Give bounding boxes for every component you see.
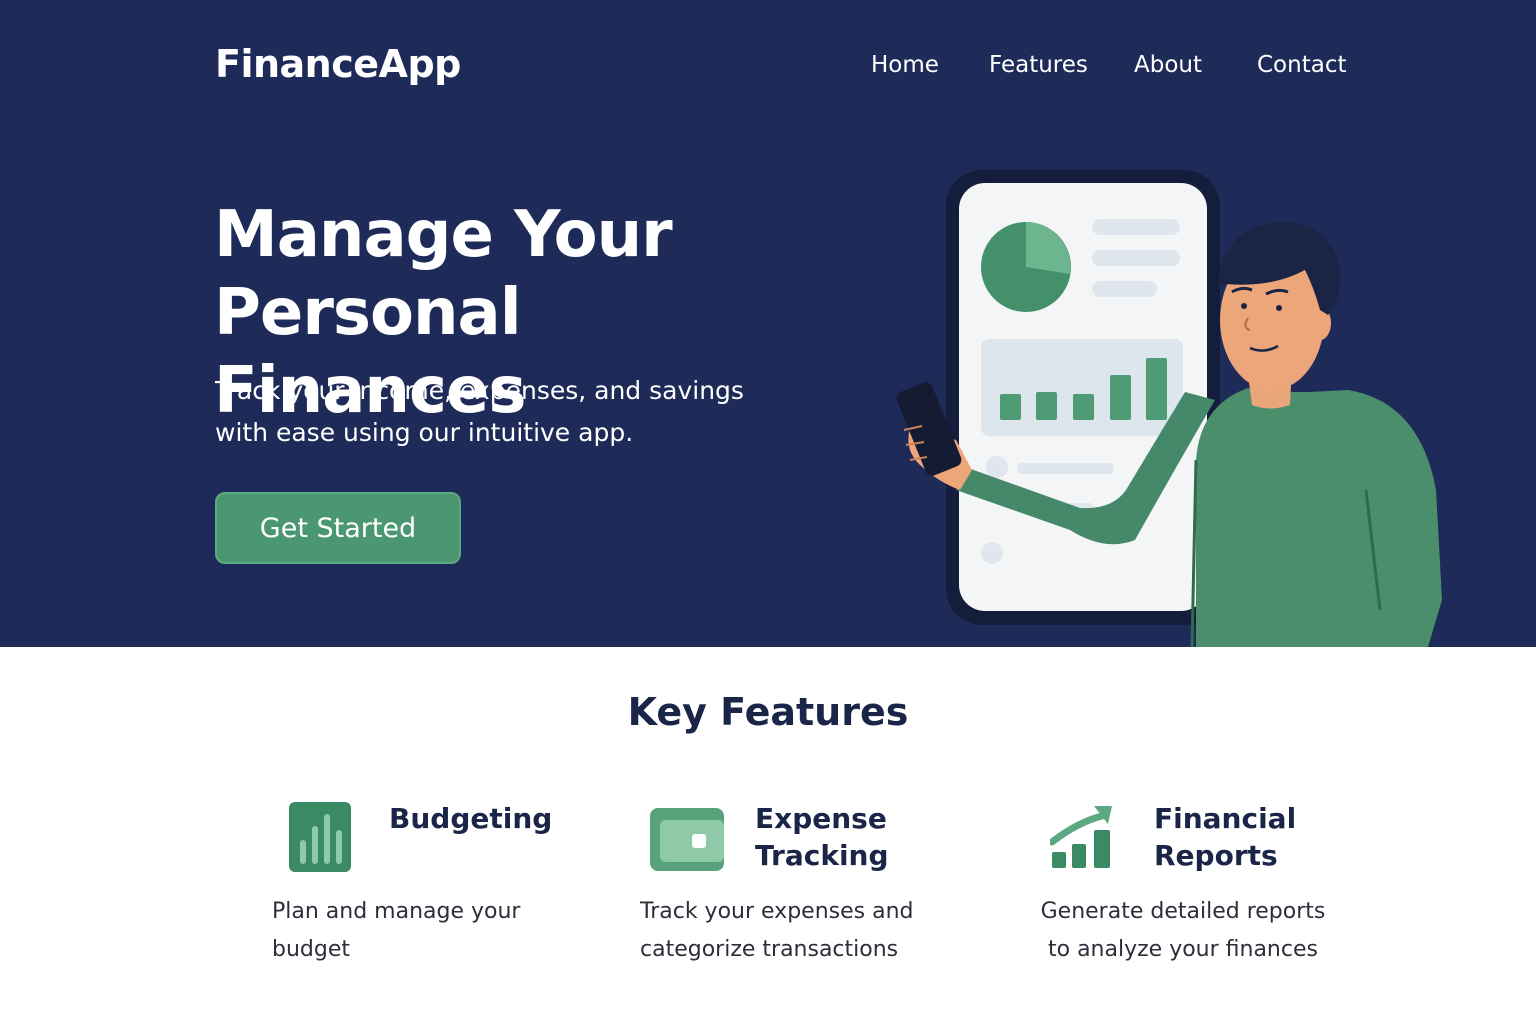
nav-link-contact[interactable]: Contact xyxy=(1257,52,1346,78)
feature-title-line-2: Tracking xyxy=(755,839,889,872)
growth-chart-icon xyxy=(1050,806,1112,868)
nav-link-home[interactable]: Home xyxy=(871,52,939,78)
feature-card-budgeting: Budgeting Plan and manage your budget xyxy=(272,796,572,976)
feature-title-expense-tracking: Expense Tracking xyxy=(755,800,889,874)
hero-illustration xyxy=(896,170,1442,647)
feature-card-financial-reports: Financial Reports Generate detailed repo… xyxy=(1038,796,1358,976)
feature-title-line-1: Budgeting xyxy=(389,802,553,835)
feature-desc-line-1: Plan and manage your xyxy=(272,899,521,924)
feature-title-budgeting: Budgeting xyxy=(389,800,552,837)
features-heading: Key Features xyxy=(627,690,909,734)
feature-desc-financial-reports: Generate detailed reports to analyze you… xyxy=(1038,893,1328,969)
feature-desc-line-2: to analyze your finances xyxy=(1048,937,1318,962)
feature-desc-line-2: budget xyxy=(272,937,350,962)
feature-title-line-1: Expense xyxy=(755,802,887,835)
feature-desc-line-1: Track your expenses and xyxy=(640,899,914,924)
wallet-icon xyxy=(650,808,724,871)
hero-subtitle-line-1: Track your income, expenses, and savings xyxy=(215,376,744,405)
feature-desc-expense-tracking: Track your expenses and categorize trans… xyxy=(640,893,913,969)
logo[interactable]: FinanceApp xyxy=(215,42,461,86)
feature-title-financial-reports: Financial Reports xyxy=(1154,800,1296,874)
phone-mockup-illustration xyxy=(946,170,1220,625)
nav-link-about[interactable]: About xyxy=(1134,52,1202,78)
bar-chart-icon xyxy=(289,802,351,872)
feature-title-line-1: Financial xyxy=(1154,802,1297,835)
feature-desc-line-1: Generate detailed reports xyxy=(1040,899,1326,924)
feature-title-line-2: Reports xyxy=(1154,839,1278,872)
hero-title-line-1: Manage Your xyxy=(214,198,673,272)
feature-card-expense-tracking: Expense Tracking Track your expenses and… xyxy=(640,796,960,976)
nav-link-features[interactable]: Features xyxy=(989,52,1088,78)
hero-subtitle-line-2: with ease using our intuitive app. xyxy=(215,418,634,447)
feature-desc-budgeting: Plan and manage your budget xyxy=(272,893,520,969)
feature-desc-line-2: categorize transactions xyxy=(640,937,899,962)
get-started-button[interactable]: Get Started xyxy=(215,492,461,564)
hero-section: FinanceApp Home Features About Contact M… xyxy=(0,0,1536,647)
hero-subtitle: Track your income, expenses, and savings… xyxy=(215,370,775,454)
